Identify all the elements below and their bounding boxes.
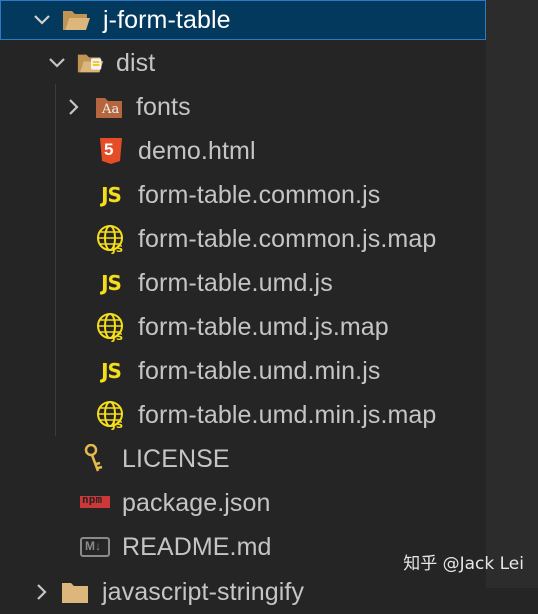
file-explorer: j-form-table dist Aa fonts 5 demo.html J… <box>0 0 538 604</box>
watermark: 知乎 @Jack Lei <box>403 554 524 574</box>
html5-icon: 5 <box>96 136 126 166</box>
svg-text:JS: JS <box>111 420 123 430</box>
folder-dist-icon <box>76 48 106 78</box>
npm-glyph: npm <box>82 493 103 506</box>
tree-item-next-folder[interactable]: javascript-stringify <box>0 570 486 614</box>
markdown-glyph: M↓ <box>85 539 102 553</box>
tree-item-label: demo.html <box>138 136 256 165</box>
tree-item-file[interactable]: JS form-table.umd.js.map <box>0 305 486 349</box>
tree-item-label: form-table.umd.js <box>138 268 333 297</box>
tree-item-file[interactable]: 5 demo.html <box>0 129 486 173</box>
tree-item-label: form-table.umd.min.js <box>138 356 381 385</box>
key-icon <box>80 444 110 474</box>
npm-icon: npm <box>80 488 110 518</box>
js-map-icon: JS <box>96 400 126 430</box>
tree-item-label: form-table.umd.js.map <box>138 312 389 341</box>
folder-icon <box>60 577 90 607</box>
tree-item-label: form-table.umd.min.js.map <box>138 400 437 429</box>
chevron-right-icon[interactable] <box>60 94 86 120</box>
tree-item-file[interactable]: JS form-table.umd.js <box>0 261 486 305</box>
js-icon: JS <box>101 271 122 295</box>
tree-item-fonts-folder[interactable]: Aa fonts <box>0 85 486 129</box>
js-map-icon: JS <box>96 312 126 342</box>
tree-item-label: fonts <box>136 92 191 121</box>
tree-item-label: package.json <box>122 488 271 517</box>
svg-text:JS: JS <box>111 244 123 254</box>
tree-item-file[interactable]: JS form-table.common.js.map <box>0 217 486 261</box>
js-map-icon: JS <box>96 224 126 254</box>
svg-text:JS: JS <box>111 332 123 342</box>
tree-item-label: README.md <box>122 532 272 561</box>
folder-open-icon <box>61 5 91 35</box>
tree-item-file[interactable]: JS form-table.umd.min.js.map <box>0 393 486 437</box>
tree-item-root-folder[interactable]: j-form-table <box>0 0 486 40</box>
tree-item-file[interactable]: LICENSE <box>0 437 486 481</box>
tree-item-label: form-table.common.js.map <box>138 224 437 253</box>
chevron-right-icon[interactable] <box>28 579 54 605</box>
js-icon: JS <box>101 359 122 383</box>
tree-item-label: j-form-table <box>103 5 231 34</box>
chevron-down-icon[interactable] <box>44 50 70 76</box>
html5-glyph: 5 <box>104 140 114 159</box>
scrollbar-track[interactable] <box>486 0 538 588</box>
tree-item-label: form-table.common.js <box>138 180 381 209</box>
font-folder-icon: Aa <box>94 92 124 122</box>
tree-item-file[interactable]: npm package.json <box>0 481 486 525</box>
tree-item-label: LICENSE <box>122 444 230 473</box>
markdown-icon: M↓ <box>80 532 110 562</box>
tree-item-file[interactable]: JS form-table.common.js <box>0 173 486 217</box>
font-glyph: Aa <box>102 102 120 117</box>
tree-item-file[interactable]: JS form-table.umd.min.js <box>0 349 486 393</box>
chevron-down-icon[interactable] <box>29 7 55 33</box>
tree-item-label: javascript-stringify <box>102 577 305 606</box>
js-icon: JS <box>101 183 122 207</box>
tree-item-label: dist <box>116 48 156 77</box>
tree-item-dist-folder[interactable]: dist <box>0 41 486 85</box>
